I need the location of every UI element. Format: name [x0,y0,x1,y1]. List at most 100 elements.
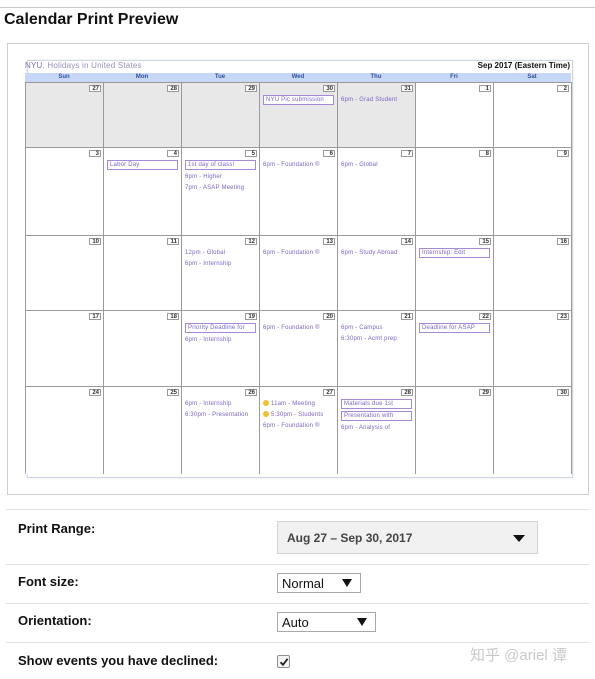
all-day-event: Internship: Edit [419,248,490,258]
day-number: 23 [557,313,569,320]
orientation-row: Orientation: [6,603,589,628]
all-day-event: 1st day of class! [185,160,256,170]
event-text: NYU Pic submission [266,97,324,103]
dropdown-caret-icon [357,618,367,626]
declined-row: Show events you have declined: [6,642,589,668]
event-list: NYU Pic submission [263,95,334,107]
event-list: Deadline for ASAP [419,323,490,335]
print-range-row: Print Range: [6,509,589,536]
event-list: 6pm - Grad Student [341,95,412,106]
day-cell: 6 6pm - Foundation ® [260,147,338,235]
day-cell: 14 6pm - Study Abroad [338,235,416,310]
day-number: 3 [89,150,101,157]
weekday-tue: Tue [214,74,226,80]
day-number: 17 [89,313,101,320]
month-grid: 27 28 29 30 NYU Pic submission 31 6pm - Grad S… [25,82,572,474]
timed-event: 12pm - Global [185,248,256,259]
event-text: 6pm - Internship [185,401,232,407]
event-text: 6pm - Analysis of [341,425,391,431]
font-size-select[interactable]: Normal [277,573,361,593]
timed-event: 6pm - Foundation ® [263,323,334,334]
day-number: 30 [323,85,335,92]
event-list: 6pm - Foundation ® [263,160,334,171]
orientation-label: Orientation: [18,613,92,628]
day-cell: 4 Labor Day [104,147,182,235]
event-text: 6pm - Internship [185,337,232,343]
show-declined-checkbox[interactable] [277,655,290,668]
font-size-row: Font size: [6,564,589,589]
day-number: 7 [401,150,413,157]
day-cell: 11 [104,235,182,310]
event-text: 6pm - Study Abroad [341,250,398,256]
day-cell: 26 6pm - Internship 6:30pm - Presentation [182,386,260,474]
orientation-value: Auto [282,615,309,630]
day-number: 28 [167,85,179,92]
day-number: 11 [167,238,179,245]
day-cell: 8 [416,147,494,235]
day-cell: 28 [104,82,182,147]
timed-event: 6pm - Global [341,160,412,171]
week-row: 17 18 19 Priority Deadline for 6pm - Interns… [26,310,572,386]
timed-event: 11am - Meeting [263,399,334,410]
weekday-header: Sun Mon Tue Wed Thu Fri Sat [25,73,571,82]
event-list: 6pm - Campus 6:30pm - Acmt prep [341,323,412,345]
calendar-owner-name: NYU [25,61,43,70]
print-range-select[interactable]: Aug 27 – Sep 30, 2017 [277,521,538,554]
day-cell: 2 [494,82,572,147]
day-number: 21 [401,313,413,320]
timed-event: 6pm - Analysis of [341,423,412,434]
week-row: 27 28 29 30 NYU Pic submission 31 6pm - Grad S… [26,82,572,147]
day-cell: 13 6pm - Foundation ® [260,235,338,310]
day-number: 27 [323,389,335,396]
timed-event: 6pm - Grad Student [341,95,412,106]
day-cell: 23 [494,310,572,386]
declined-label: Show events you have declined: [18,653,219,668]
day-cell: 12 12pm - Global 6pm - Internship [182,235,260,310]
day-cell: 29 [182,82,260,147]
timed-event: 6pm - Internship [185,259,256,270]
calendar-owner-rest: , Holidays in United States [42,61,142,70]
day-cell: 30 NYU Pic submission [260,82,338,147]
day-number: 2 [557,85,569,92]
all-day-event: Priority Deadline for [185,323,256,333]
day-cell: 5 1st day of class! 6pm - Higher 7pm - ASAP… [182,147,260,235]
event-text: 12pm - Global [185,250,226,256]
weekday-fri: Fri [450,74,458,80]
event-text: 6pm - Foundation ® [263,162,320,168]
weekday-wed: Wed [291,74,305,80]
day-number: 1 [479,85,491,92]
day-number: 12 [245,238,257,245]
all-day-event: Materials due 1st [341,399,412,409]
day-cell: 3 [26,147,104,235]
event-text: 6pm - Foundation ® [263,250,320,256]
day-number: 25 [167,389,179,396]
event-text: Materials due 1st [344,401,394,407]
day-number: 29 [245,85,257,92]
dropdown-caret-icon [513,535,525,542]
timed-event: 6pm - Study Abroad [341,248,412,259]
day-number: 8 [479,150,491,157]
all-day-event: Labor Day [107,160,178,170]
all-day-event: Presentation with [341,411,412,421]
timed-event: 7pm - ASAP Meeting [185,183,256,194]
event-text: 7pm - ASAP Meeting [185,185,245,191]
day-number: 14 [401,238,413,245]
event-list: 11am - Meeting 5:30pm - Students 6pm - Fou… [263,399,334,432]
event-text: 11am - Meeting [271,401,316,407]
event-text: Labor Day [110,162,140,168]
timed-event: 6pm - Internship [185,399,256,410]
watermark: 知乎 @ariel 谭 [470,647,567,664]
day-cell: 17 [26,310,104,386]
weekday-mon: Mon [135,74,149,80]
timed-event: 6pm - Foundation ® [263,160,334,171]
day-number: 22 [479,313,491,320]
event-text: 6:30pm - Acmt prep [341,336,397,342]
timed-event: 6pm - Foundation ® [263,421,334,432]
event-list: Internship: Edit [419,248,490,260]
week-row: 3 4 Labor Day 5 1st day of class! 6pm - Highe… [26,147,572,235]
day-cell: 10 [26,235,104,310]
day-number: 4 [167,150,179,157]
day-number: 10 [89,238,101,245]
day-number: 13 [323,238,335,245]
orientation-select[interactable]: Auto [277,612,376,632]
